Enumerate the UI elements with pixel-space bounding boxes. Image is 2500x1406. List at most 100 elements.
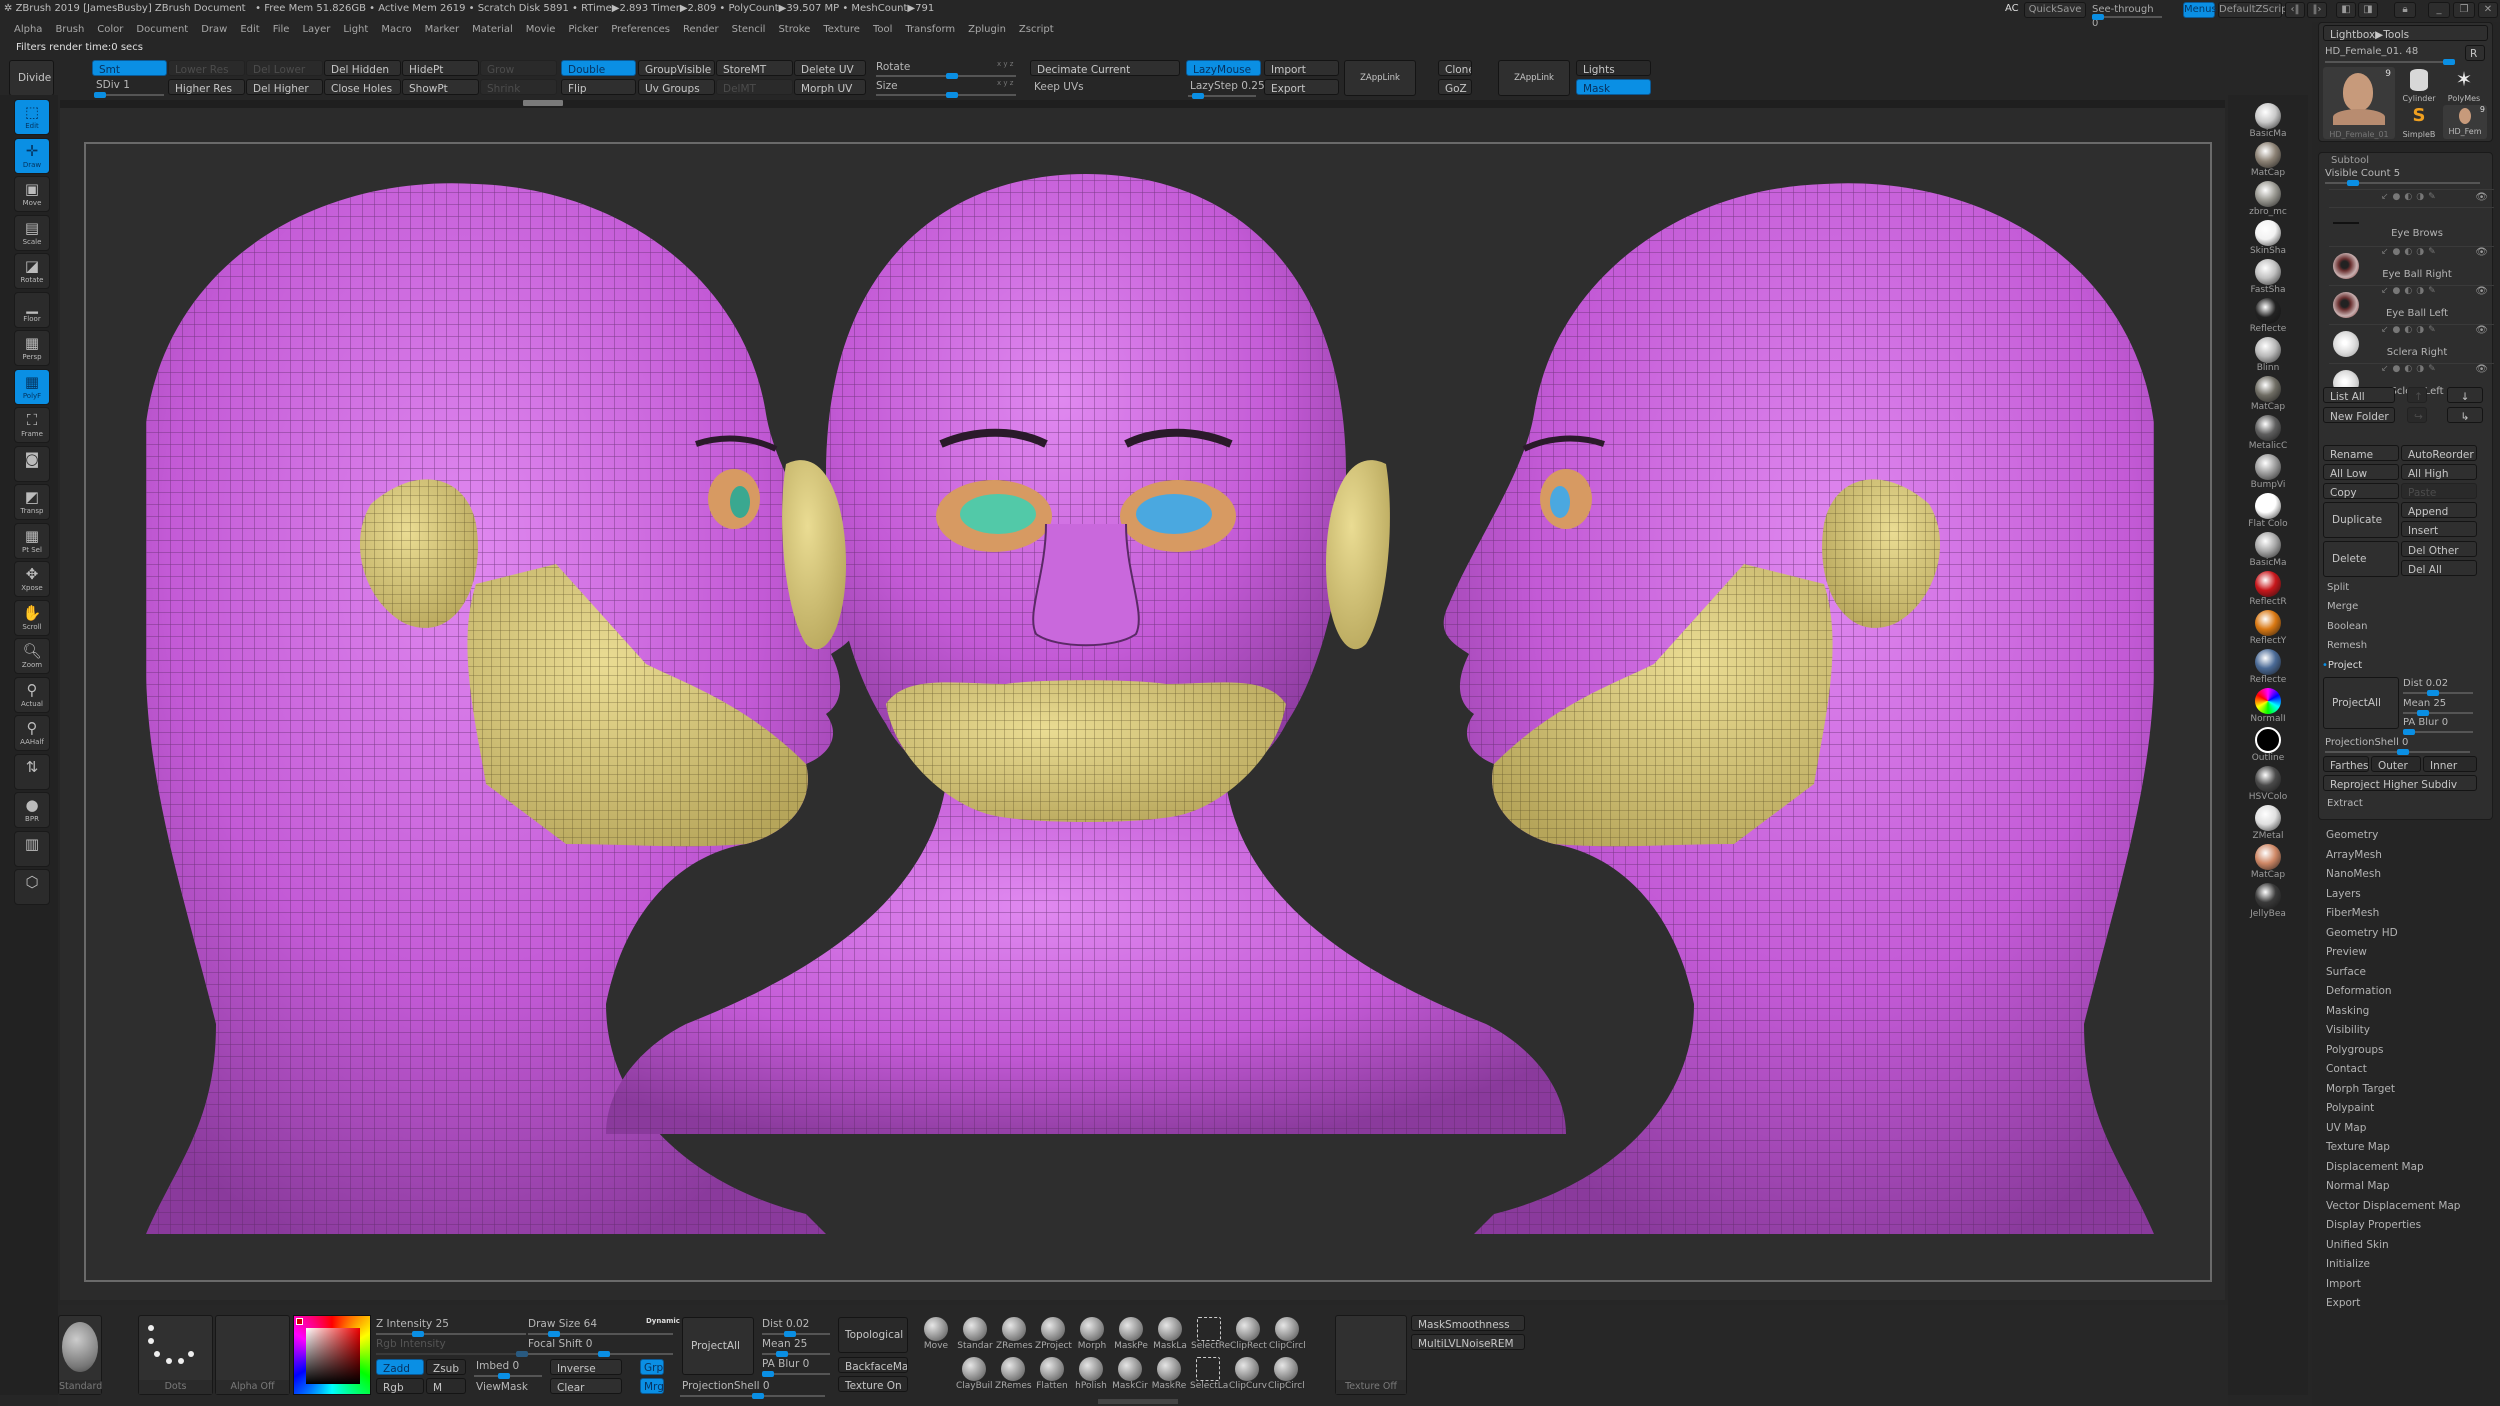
menu-edit[interactable]: Edit xyxy=(240,20,259,40)
autoreorder-button[interactable]: AutoReorder xyxy=(2401,445,2477,461)
z-intensity-slider[interactable]: Z Intensity 25 xyxy=(376,1317,536,1337)
group-visible-button[interactable]: GroupVisible xyxy=(638,60,715,76)
zadd-toggle[interactable]: Zadd xyxy=(376,1359,424,1375)
subtool-item[interactable]: Sclera Right ↙●◐◑✎ 👁︎ xyxy=(2329,324,2494,363)
rename-button[interactable]: Rename xyxy=(2323,445,2399,461)
visibility-eye-icon[interactable]: 👁︎ xyxy=(2475,325,2488,336)
tool-xpose-button[interactable]: ✥ Xpose xyxy=(14,561,50,597)
material-swatch[interactable]: MatCap xyxy=(2243,376,2293,412)
tool-pt-sel-button[interactable]: ▦ Pt Sel xyxy=(14,522,50,559)
tool-thumb-hd-female[interactable]: 9 HD_Female_01 xyxy=(2323,67,2395,139)
tool-subpalette-visibility[interactable]: Visibility xyxy=(2326,1024,2370,1036)
brush-zremes[interactable]: ZRemes xyxy=(996,1317,1033,1351)
material-swatch[interactable]: Flat Colo xyxy=(2243,493,2293,529)
brush-clipcircl[interactable]: ClipCircl xyxy=(1269,1317,1306,1351)
flip-button[interactable]: Flip xyxy=(561,79,636,95)
tool-subpalette-texture-map[interactable]: Texture Map xyxy=(2326,1141,2390,1153)
r-button[interactable]: R xyxy=(2465,45,2485,61)
shelf-scroll-thumb[interactable] xyxy=(523,100,563,106)
clone-button[interactable]: Clone xyxy=(1438,60,1472,76)
delete-button[interactable]: Delete xyxy=(2323,541,2399,577)
pa-blur-slider[interactable]: PA Blur 0 xyxy=(2403,716,2479,735)
quicksave-button[interactable]: QuickSave xyxy=(2024,2,2086,18)
tool-thumb-simplebrush[interactable]: S SimpleB xyxy=(2399,105,2439,139)
double-toggle[interactable]: Double xyxy=(561,60,636,76)
tool-slider-knob[interactable] xyxy=(2443,59,2455,65)
menus-toggle[interactable]: Menus xyxy=(2183,2,2217,18)
color-picker[interactable] xyxy=(293,1315,371,1395)
brush-flatten[interactable]: Flatten xyxy=(1034,1357,1070,1391)
enter-folder-icon[interactable]: ↳ xyxy=(2447,407,2483,423)
all-high-button[interactable]: All High xyxy=(2401,464,2477,480)
tool-camera-button[interactable]: ◙ xyxy=(14,445,50,482)
material-swatch[interactable]: JellyBea xyxy=(2243,883,2293,919)
menu-marker[interactable]: Marker xyxy=(425,20,460,40)
stroke-picker[interactable]: Dots xyxy=(138,1315,213,1395)
alpha-picker[interactable]: Alpha Off xyxy=(215,1315,290,1395)
material-swatch[interactable]: Outline xyxy=(2243,727,2293,763)
subtool-item[interactable]: Eye Brows xyxy=(2329,207,2494,246)
brush-maskcir[interactable]: MaskCir xyxy=(1112,1357,1148,1391)
default-zscript-button[interactable]: DefaultZScript xyxy=(2218,2,2291,18)
visibility-eye-icon[interactable]: 👁︎ xyxy=(2475,192,2488,203)
hidept-button[interactable]: HidePt xyxy=(402,60,479,76)
outer-button[interactable]: Outer xyxy=(2371,756,2421,772)
subtool-toggles-icon[interactable]: ↙●◐◑✎ xyxy=(2381,364,2440,374)
mean-bottom-slider[interactable]: Mean 25 xyxy=(762,1337,834,1357)
tool-thumb-polymesh[interactable]: ✶ PolyMes xyxy=(2441,67,2487,103)
viewmask-toggle[interactable]: ViewMask xyxy=(476,1380,528,1394)
tool-bpr-button[interactable]: ● BPR xyxy=(14,792,50,828)
tool-subpalette-export[interactable]: Export xyxy=(2326,1297,2360,1309)
layout-right-icon[interactable]: ◨ xyxy=(2358,2,2378,18)
mean-slider[interactable]: Mean 25 xyxy=(2403,697,2479,716)
tool-subpalette-morph-target[interactable]: Morph Target xyxy=(2326,1083,2395,1095)
menu-macro[interactable]: Macro xyxy=(381,20,411,40)
all-low-button[interactable]: All Low xyxy=(2323,464,2399,480)
menu-zplugin[interactable]: Zplugin xyxy=(968,20,1006,40)
tool-subpalette-preview[interactable]: Preview xyxy=(2326,946,2367,958)
tool-subpalette-display-properties[interactable]: Display Properties xyxy=(2326,1219,2421,1231)
rgb-intensity-slider[interactable]: Rgb Intensity xyxy=(376,1337,536,1357)
minimize-icon[interactable]: _ xyxy=(2428,2,2450,18)
paste-button[interactable]: Paste xyxy=(2401,483,2477,499)
tool-subpalette-uv-map[interactable]: UV Map xyxy=(2326,1122,2366,1134)
subtool-toggles-icon[interactable]: ↙●◐◑✎ xyxy=(2381,286,2440,296)
tool-draw-button[interactable]: ✛ Draw xyxy=(14,137,50,174)
merge-section[interactable]: Merge xyxy=(2327,600,2358,614)
brush-claybuil[interactable]: ClayBuil xyxy=(956,1357,993,1391)
brush-maskla[interactable]: MaskLa xyxy=(1152,1317,1188,1351)
keep-uvs-toggle[interactable]: Keep UVs xyxy=(1034,80,1084,94)
menu-file[interactable]: File xyxy=(273,20,290,40)
lock-icon[interactable]: 🔒︎ xyxy=(2394,2,2416,18)
smt-toggle[interactable]: Smt xyxy=(92,60,167,76)
material-swatch[interactable]: ZMetal xyxy=(2243,805,2293,841)
brush-zproject[interactable]: ZProject xyxy=(1035,1317,1072,1351)
dist-bottom-slider[interactable]: Dist 0.02 xyxy=(762,1317,834,1337)
visibility-eye-icon[interactable]: 👁︎ xyxy=(2475,247,2488,258)
project-all-bottom-button[interactable]: ProjectAll xyxy=(682,1317,754,1375)
subtool-toggles-icon[interactable]: ↙●◐◑✎ xyxy=(2381,192,2440,202)
showpt-button[interactable]: ShowPt xyxy=(402,79,479,95)
grow-button[interactable]: Grow xyxy=(480,60,557,76)
split-section[interactable]: Split xyxy=(2327,581,2349,595)
tool-scale-button[interactable]: ▤ Scale xyxy=(14,214,50,251)
tool-actual-button[interactable]: ⚲ Actual xyxy=(14,676,50,713)
project-section[interactable]: •Project xyxy=(2322,659,2362,673)
lights-button[interactable]: Lights xyxy=(1576,60,1651,76)
brush-selectre[interactable]: SelectRe xyxy=(1191,1317,1230,1351)
extract-section[interactable]: Extract xyxy=(2327,797,2363,811)
tray-right-icon[interactable]: ‖› xyxy=(2307,2,2327,18)
menu-render[interactable]: Render xyxy=(683,20,719,40)
tool-edit-button[interactable]: ⬚ Edit xyxy=(14,99,50,135)
brush-row-resize-handle[interactable] xyxy=(1098,1399,1178,1404)
tool-subpalette-vector-displacement-map[interactable]: Vector Displacement Map xyxy=(2326,1200,2460,1212)
higher-res-button[interactable]: Higher Res xyxy=(168,79,245,95)
inverse-button[interactable]: Inverse xyxy=(550,1359,622,1375)
material-swatch[interactable]: MatCap xyxy=(2243,142,2293,178)
append-button[interactable]: Append xyxy=(2401,502,2477,518)
see-through-slider[interactable]: See-through 0 xyxy=(2092,2,2162,29)
inner-button[interactable]: Inner xyxy=(2423,756,2477,772)
menu-transform[interactable]: Transform xyxy=(905,20,955,40)
uv-groups-button[interactable]: Uv Groups xyxy=(638,79,715,95)
clear-button[interactable]: Clear xyxy=(550,1378,622,1394)
